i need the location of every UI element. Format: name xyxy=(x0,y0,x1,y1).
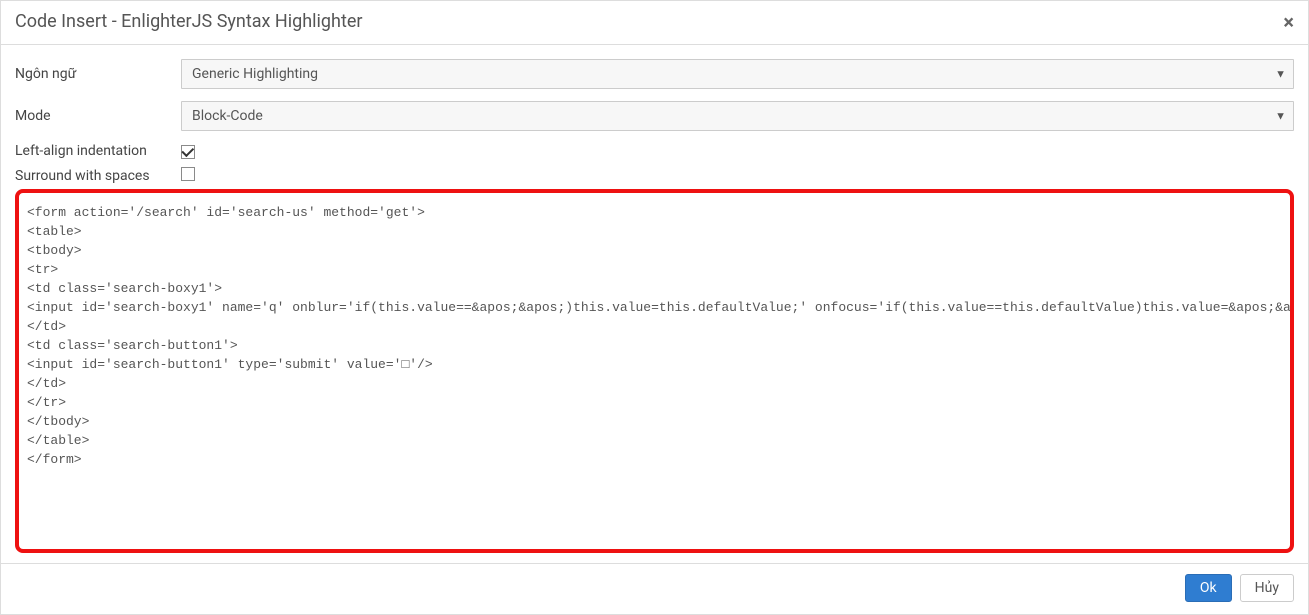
row-leftalign: Left-align indentation xyxy=(15,143,1294,159)
row-surround: Surround with spaces xyxy=(15,167,1294,185)
code-textarea[interactable] xyxy=(19,199,1290,539)
leftalign-label: Left-align indentation xyxy=(15,143,181,159)
mode-label: Mode xyxy=(15,108,181,124)
mode-select-value: Block-Code xyxy=(192,108,263,124)
language-select-value: Generic Highlighting xyxy=(192,66,318,82)
language-select[interactable]: Generic Highlighting ▼ xyxy=(181,59,1294,89)
ok-button[interactable]: Ok xyxy=(1185,574,1232,602)
row-language: Ngôn ngữ Generic Highlighting ▼ xyxy=(15,59,1294,89)
code-area-highlight xyxy=(15,189,1294,553)
surround-label: Surround with spaces xyxy=(15,168,181,184)
dialog-header: Code Insert - EnlighterJS Syntax Highlig… xyxy=(1,1,1308,45)
leftalign-checkbox[interactable] xyxy=(181,145,195,159)
surround-checkbox[interactable] xyxy=(181,167,195,181)
dialog-body: Ngôn ngữ Generic Highlighting ▼ Mode Blo… xyxy=(1,45,1308,563)
code-insert-dialog: Code Insert - EnlighterJS Syntax Highlig… xyxy=(0,0,1309,615)
cancel-button[interactable]: Hủy xyxy=(1240,574,1294,602)
close-icon[interactable]: × xyxy=(1283,12,1294,32)
row-mode: Mode Block-Code ▼ xyxy=(15,101,1294,131)
language-label: Ngôn ngữ xyxy=(15,66,181,82)
mode-select[interactable]: Block-Code ▼ xyxy=(181,101,1294,131)
dialog-title: Code Insert - EnlighterJS Syntax Highlig… xyxy=(15,11,362,32)
